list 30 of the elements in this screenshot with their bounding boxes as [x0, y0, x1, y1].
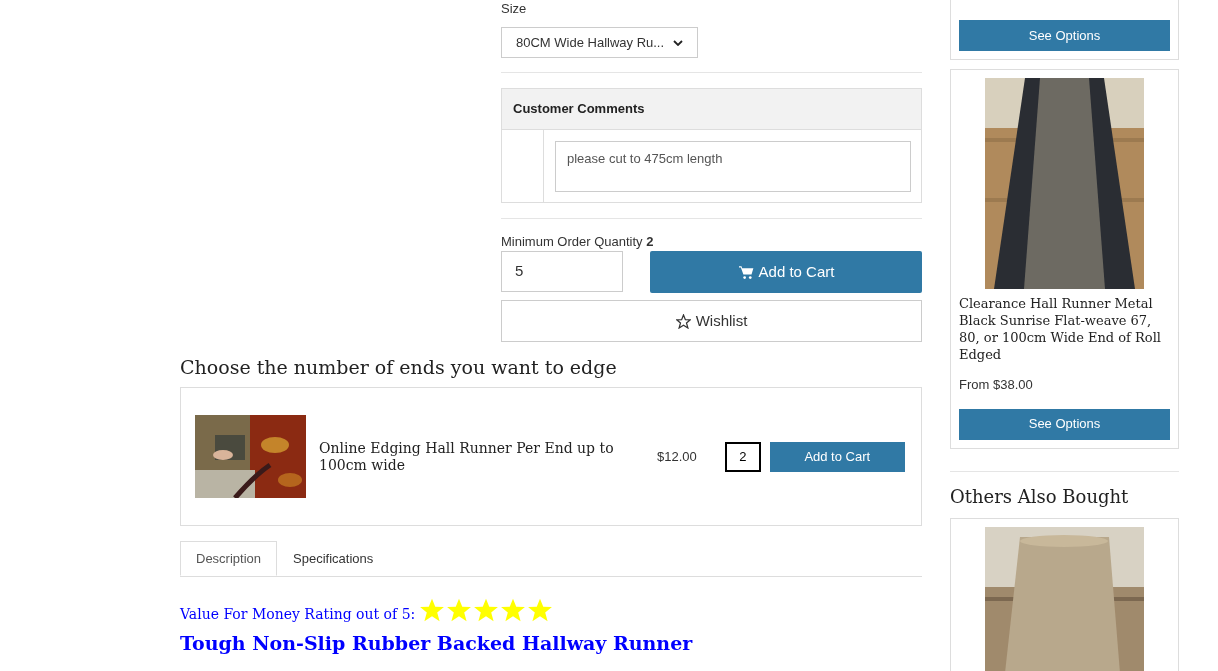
product-price: From $38.00: [959, 376, 1034, 394]
minimum-order-text: Minimum Order Quantity 2: [501, 235, 655, 249]
edging-add-to-cart-button[interactable]: Add to Cart: [769, 441, 905, 472]
chevron-down-icon: [673, 39, 683, 46]
size-label: Size: [501, 1, 528, 17]
others-also-bought-heading: Others Also Bought: [950, 484, 1130, 509]
tab[interactable]: Specifications: [277, 541, 390, 576]
add-to-cart-button[interactable]: Add to Cart: [650, 251, 922, 293]
see-options-button[interactable]: See Options: [959, 408, 1170, 440]
star-icon: [527, 597, 554, 623]
edging-price: $12.00: [657, 447, 697, 466]
star-icon: [446, 597, 473, 623]
edging-product-name: Online Edging Hall Runner Per End up to 100cm wide: [319, 439, 615, 474]
rating-label: Value For Money Rating out of 5:: [180, 605, 416, 623]
cart-icon: [737, 264, 755, 280]
tab[interactable]: Description: [180, 541, 278, 576]
wishlist-button[interactable]: Wishlist: [501, 300, 922, 342]
edging-heading: Choose the number of ends you want to edge: [180, 355, 618, 380]
star-icon: [419, 597, 446, 623]
product-heading: Tough Non-Slip Rubber Backed Hallway Runner: [180, 631, 694, 656]
star-icon: [473, 597, 500, 623]
comments-field[interactable]: please cut to 475cm length: [555, 141, 911, 192]
comments-title: Customer Comments: [513, 100, 645, 119]
star-outline-icon: [675, 313, 691, 329]
size-select[interactable]: 80CM Wide Hallway Ru...: [501, 27, 698, 58]
quantity-field[interactable]: 5: [501, 251, 623, 292]
edging-quantity-field[interactable]: 2: [724, 441, 761, 472]
product-name: Clearance Hall Runner Metal Black Sunrise Flat-weave 67, 80, or 100cm Wide End of Roll Edged: [959, 295, 1162, 363]
star-icon: [500, 597, 527, 623]
see-options-button[interactable]: See Options: [959, 20, 1170, 51]
